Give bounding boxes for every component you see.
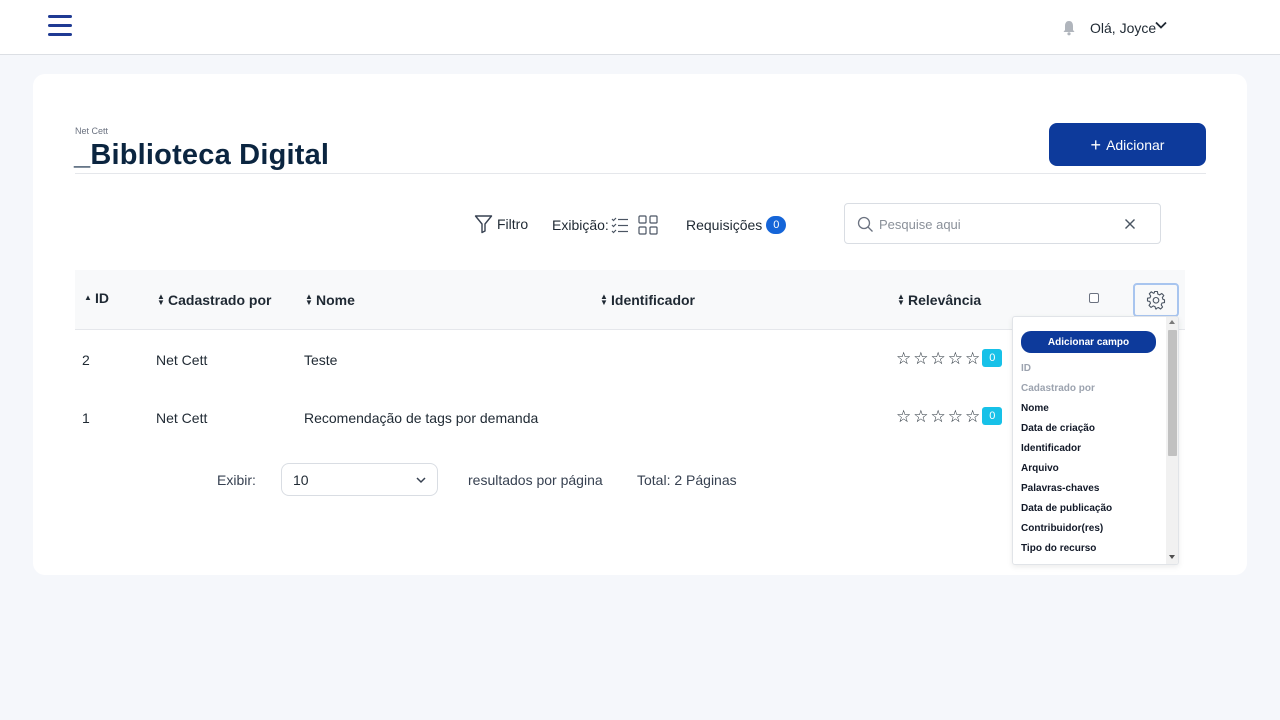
requests-label: Requisições xyxy=(686,217,763,233)
column-option[interactable]: Data de publicação xyxy=(1021,503,1112,514)
column-header-name[interactable]: ▲ ▼ Nome xyxy=(305,292,355,308)
requests-count-badge: 0 xyxy=(766,216,787,234)
star-icon[interactable]: ☆ xyxy=(931,408,946,425)
column-header-registered-by[interactable]: ▲ ▼ Cadastrado por xyxy=(157,292,271,308)
star-icon[interactable]: ☆ xyxy=(896,350,911,367)
cell-registered-by: Net Cett xyxy=(156,352,208,368)
close-icon[interactable] xyxy=(1124,218,1136,230)
page-title: _Biblioteca Digital xyxy=(74,139,330,171)
select-all-checkbox[interactable] xyxy=(1089,293,1099,303)
rating-stars[interactable]: ☆ ☆ ☆ ☆ ☆ 0 xyxy=(896,349,1003,367)
plus-icon: + xyxy=(1090,134,1102,155)
top-bar: Olá, Joyce xyxy=(0,0,1280,55)
scroll-down-arrow-icon[interactable] xyxy=(1169,555,1175,559)
per-page-suffix: resultados por página xyxy=(468,472,603,488)
star-icon[interactable]: ☆ xyxy=(931,350,946,367)
list-view-icon[interactable] xyxy=(611,216,629,234)
search-input[interactable] xyxy=(879,215,1119,233)
sort-icon: ▲ ▼ xyxy=(157,292,165,307)
cell-name[interactable]: Recomendação de tags por demanda xyxy=(304,410,538,426)
rating-stars[interactable]: ☆ ☆ ☆ ☆ ☆ 0 xyxy=(896,407,1003,425)
filter-button[interactable]: Filtro xyxy=(474,214,528,234)
column-option[interactable]: Identificador xyxy=(1021,443,1081,454)
rating-count-badge: 0 xyxy=(982,349,1003,367)
star-icon[interactable]: ☆ xyxy=(913,350,928,367)
column-label: Cadastrado por xyxy=(168,292,272,308)
chevron-down-icon[interactable] xyxy=(1154,18,1168,32)
cell-id: 1 xyxy=(82,410,90,426)
star-icon[interactable]: ☆ xyxy=(965,350,980,367)
add-button-label: Adicionar xyxy=(1106,136,1165,153)
column-option[interactable]: Tipo do recurso xyxy=(1021,543,1096,554)
search-box xyxy=(844,203,1161,244)
chevron-down-icon xyxy=(416,477,426,484)
column-option[interactable]: Nome xyxy=(1021,403,1049,414)
add-field-button[interactable]: Adicionar campo xyxy=(1021,331,1156,353)
total-pages: Total: 2 Páginas xyxy=(637,472,737,488)
star-icon[interactable]: ☆ xyxy=(913,408,928,425)
sort-icon: ▲ ▼ xyxy=(897,292,905,307)
requests-button[interactable]: Requisições 0 xyxy=(686,216,787,234)
search-icon xyxy=(857,216,873,232)
column-label: Nome xyxy=(316,292,355,308)
cell-id: 2 xyxy=(82,352,90,368)
sort-icon: ▲ ▼ xyxy=(600,292,608,307)
scrollbar-thumb[interactable] xyxy=(1168,330,1177,456)
per-page-value: 10 xyxy=(293,472,309,488)
funnel-icon xyxy=(474,215,493,234)
column-label: ID xyxy=(95,290,109,306)
column-settings-button[interactable] xyxy=(1133,283,1179,317)
cell-name[interactable]: Teste xyxy=(304,352,337,368)
column-option[interactable]: Arquivo xyxy=(1021,463,1059,474)
column-label: Identificador xyxy=(611,292,696,308)
star-icon[interactable]: ☆ xyxy=(948,408,963,425)
star-icon[interactable]: ☆ xyxy=(965,408,980,425)
user-greeting[interactable]: Olá, Joyce xyxy=(1090,20,1156,36)
hamburger-menu-icon[interactable] xyxy=(48,15,72,37)
gear-icon xyxy=(1146,290,1166,310)
column-option: Cadastrado por xyxy=(1021,383,1095,394)
column-option[interactable]: Palavras-chaves xyxy=(1021,483,1099,494)
star-icon[interactable]: ☆ xyxy=(948,350,963,367)
column-header-id[interactable]: ▲ ID xyxy=(84,290,109,306)
star-icon[interactable]: ☆ xyxy=(896,408,911,425)
bell-icon[interactable] xyxy=(1062,20,1076,36)
display-mode-label: Exibição: xyxy=(552,217,609,233)
column-option: ID xyxy=(1021,363,1031,374)
cell-registered-by: Net Cett xyxy=(156,410,208,426)
per-page-select[interactable]: 10 xyxy=(281,463,438,496)
grid-view-icon[interactable] xyxy=(638,215,658,235)
add-button[interactable]: + Adicionar xyxy=(1049,123,1206,166)
per-page-label: Exibir: xyxy=(217,472,256,488)
column-label: Relevância xyxy=(908,292,982,308)
column-header-identifier[interactable]: ▲ ▼ Identificador xyxy=(600,292,695,308)
scroll-up-arrow-icon[interactable] xyxy=(1169,320,1175,324)
company-name: Net Cett xyxy=(75,126,109,136)
dropdown-scrollbar[interactable] xyxy=(1166,317,1178,564)
column-settings-dropdown: Adicionar campo ID Cadastrado por Nome D… xyxy=(1012,316,1179,565)
rating-count-badge: 0 xyxy=(982,407,1003,425)
sort-icon: ▲ ▼ xyxy=(305,292,313,307)
filter-label: Filtro xyxy=(497,216,529,232)
column-option[interactable]: Contribuidor(res) xyxy=(1021,523,1103,534)
sort-asc-icon: ▲ xyxy=(84,293,92,302)
column-option[interactable]: Data de criação xyxy=(1021,423,1095,434)
title-divider xyxy=(75,173,1206,174)
column-header-relevance[interactable]: ▲ ▼ Relevância xyxy=(897,292,981,308)
